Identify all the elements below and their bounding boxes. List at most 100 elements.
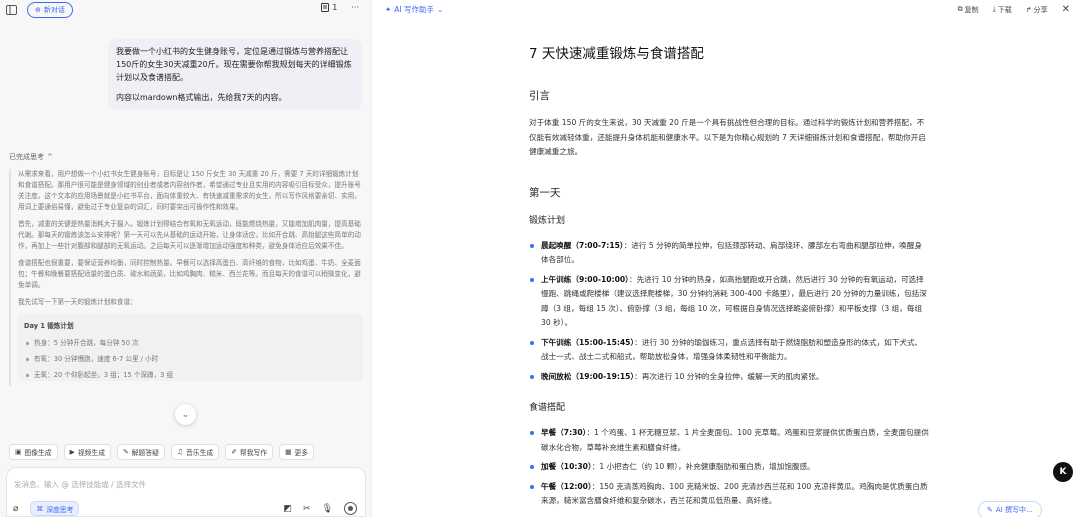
music-icon: ♫	[176, 448, 184, 456]
doc-count-button[interactable]: 1	[321, 3, 337, 12]
solve-icon: ✎	[123, 448, 129, 456]
document-body: 7 天快速减重锻炼与食谱搭配 引言 对于体重 150 斤的女生来说，30 天减重…	[529, 42, 929, 517]
user-message-text: 内容以mardown格式输出，先给我7天的内容。	[116, 93, 287, 102]
document-topbar: ✦ AI 写作助手 ⌄ ⧉ 复制 ⤓ 下载 ↱ 分享 ✕	[373, 0, 1080, 19]
pen-icon: ✐	[231, 448, 237, 456]
skill-toolbar: ▣ 图像生成 ▶ 视频生成 ✎ 解题答疑 ♫ 音乐生成 ✐ 帮我写作 ▦ 更多	[9, 444, 315, 460]
write-button[interactable]: ✐ 帮我写作	[225, 444, 274, 460]
think-paragraph: 从需求来看，用户想做一个小红书女生健身账号，目标是让 150 斤女生 30 天减…	[18, 170, 361, 211]
item-time: 晚间放松（19:00-19:15）	[541, 371, 635, 381]
think-toggle[interactable]: 已完成思考 ^	[9, 152, 53, 162]
chat-topbar: ⊕ 新对话 1 ···	[0, 0, 371, 19]
sparkle-icon: ✦	[385, 5, 392, 14]
item-text: ：1 个鸡蛋、1 杯无糖豆浆、1 片全麦面包、100 克草莓。鸡蛋和豆浆提供优质…	[541, 428, 929, 452]
action-label: 复制	[964, 5, 979, 14]
close-icon[interactable]: ✕	[1062, 4, 1070, 15]
image-icon: ▣	[15, 448, 22, 456]
think-paragraph: 首先，减重的关键是热量消耗大于摄入。锻炼计划得结合有氧和无氧运动，既能燃烧热量，…	[18, 220, 361, 250]
action-label: 分享	[1033, 5, 1048, 14]
document-pane: ✦ AI 写作助手 ⌄ ⧉ 复制 ⤓ 下载 ↱ 分享 ✕ 7 天快速减重锻炼与食谱搭配…	[373, 0, 1080, 517]
new-chat-label: 新对话	[43, 5, 65, 14]
solve-button[interactable]: ✎ 解题答疑	[117, 444, 165, 460]
chat-pane: ⊕ 新对话 1 ··· 我要做一个小红书的女生健身账号，定位是通过锻炼与营养搭配…	[0, 0, 372, 517]
item-text: ：再次进行 10 分钟的全身拉伸，缓解一天的肌肉紧张。	[634, 371, 824, 381]
plus-icon: ⊕	[35, 5, 41, 14]
item-time: 加餐（10:30）	[541, 462, 592, 471]
tool-label: 视频生成	[77, 449, 106, 457]
writing-status-label: AI 撰写中...	[995, 506, 1033, 514]
deep-think-label: 深度思考	[46, 505, 74, 514]
grid-icon: ▦	[285, 448, 292, 456]
list-item: 热身：5 分钟开合跳，每分钟 50 次	[24, 338, 357, 349]
input-placeholder: 发消息、输入 @ 选择技能或 / 选择文件	[14, 480, 147, 489]
user-message-text: 我要做一个小红书的女生健身账号，定位是通过锻炼与营养搭配让150斤的女生30天减…	[116, 47, 352, 82]
list-item: 有氧：30 分钟慢跑，速度 6-7 公里 / 小时	[24, 354, 357, 365]
video-gen-button[interactable]: ▶ 视频生成	[63, 444, 112, 460]
list-item: 午餐（12:00）：150 克清蒸鸡胸肉、100 克糙米饭、200 克清炒西兰花…	[529, 480, 929, 509]
list-item: 早餐（7:30）：1 个鸡蛋、1 杯无糖豆浆、1 片全麦面包、100 克草莓。鸡…	[529, 426, 929, 455]
item-time: 上午训练（9:00-10:00）	[541, 274, 629, 284]
chevron-down-icon: ⌄	[181, 409, 190, 420]
day-plan-card: Day 1 锻炼计划 热身：5 分钟开合跳，每分钟 50 次 有氧：30 分钟慢…	[18, 314, 363, 381]
copy-button[interactable]: ⧉ 复制	[958, 5, 979, 15]
writing-status-badge[interactable]: ✎ AI 撰写中...	[978, 501, 1042, 517]
more-icon[interactable]: ···	[351, 3, 359, 12]
share-icon: ↱	[1025, 5, 1032, 14]
scroll-down-button[interactable]: ⌄	[175, 404, 196, 425]
diet-list: 早餐（7:30）：1 个鸡蛋、1 杯无糖豆浆、1 片全麦面包、100 克草莓。鸡…	[529, 426, 929, 509]
think-header-label: 已完成思考	[9, 153, 44, 161]
thinking-content: 从需求来看，用户想做一个小红书女生健身账号，目标是让 150 斤女生 30 天减…	[9, 169, 363, 386]
tool-label: 图像生成	[24, 449, 52, 457]
item-time: 早餐（7:30）	[541, 428, 587, 437]
download-icon: ⤓	[992, 5, 996, 13]
download-button[interactable]: ⤓ 下载	[993, 5, 1012, 15]
item-time: 午餐（12:00）	[541, 481, 592, 491]
send-button[interactable]	[344, 502, 357, 515]
tool-label: 音乐生成	[186, 449, 214, 457]
screenshot-icon[interactable]: ◩	[284, 504, 293, 514]
more-tools-button[interactable]: ▦ 更多	[279, 444, 315, 460]
deep-think-toggle[interactable]: ⌘ 深度思考	[30, 501, 80, 516]
item-text: ：150 克清蒸鸡胸肉、100 克糙米饭、200 克清炒西兰花和 100 克凉拌…	[541, 481, 928, 506]
user-message: 我要做一个小红书的女生健身账号，定位是通过锻炼与营养搭配让150斤的女生30天减…	[108, 39, 362, 110]
pen-icon: ✎	[987, 506, 993, 514]
list-item: 下午训练（15:00-15:45）：进行 30 分钟的瑜伽练习，重点选择有助于燃…	[529, 336, 929, 365]
list-item: 晚间放松（19:00-19:15）：再次进行 10 分钟的全身拉伸，缓解一天的肌…	[529, 370, 929, 385]
action-label: 下载	[997, 5, 1012, 14]
tool-label: 解题答疑	[131, 449, 159, 457]
tool-label: 更多	[294, 449, 309, 457]
assistant-selector[interactable]: ✦ AI 写作助手 ⌄	[385, 4, 443, 15]
music-gen-button[interactable]: ♫ 音乐生成	[170, 444, 220, 460]
subsection-heading: 食谱搭配	[529, 403, 566, 413]
section-heading: 引言	[529, 90, 550, 102]
think-paragraph: 我先试写一下第一天的锻炼计划和食谱：	[18, 298, 137, 306]
section-heading: 第一天	[529, 186, 561, 199]
video-icon: ▶	[69, 448, 75, 456]
sidebar-toggle-icon[interactable]	[6, 4, 17, 15]
list-item: 无氧：20 个仰卧起坐，3 组；15 个深蹲，3 组	[24, 370, 357, 381]
microphone-icon[interactable]: 🎙︎	[322, 504, 333, 514]
tool-label: 帮我写作	[239, 449, 268, 457]
assistant-label: AI 写作助手	[394, 5, 435, 14]
doc-count: 1	[332, 3, 338, 12]
assistant-avatar[interactable]: K	[1053, 462, 1073, 482]
message-input[interactable]: 发消息、输入 @ 选择技能或 / 选择文件 ⌀ ⌘ 深度思考 ◩ ✂ 🎙︎	[6, 467, 366, 517]
new-chat-button[interactable]: ⊕ 新对话	[27, 1, 73, 18]
chevron-up-icon: ^	[47, 153, 53, 161]
document-icon	[321, 3, 330, 12]
exercise-list: 晨起唤醒（7:00-7:15）：进行 5 分钟的简单拉伸，包括颈部转动、肩部绕环…	[529, 239, 929, 385]
item-time: 下午训练（15:00-15:45）	[541, 337, 635, 347]
input-actions: ⌀ ⌘ 深度思考 ◩ ✂ 🎙︎	[13, 501, 357, 516]
item-text: ：1 小把杏仁（约 10 颗），补充健康脂肪和蛋白质，增加饱腹感。	[591, 462, 815, 471]
scissors-icon[interactable]: ✂	[303, 504, 311, 514]
list-item: 加餐（10:30）：1 小把杏仁（约 10 颗），补充健康脂肪和蛋白质，增加饱腹…	[529, 460, 929, 475]
copy-icon: ⧉	[957, 5, 963, 13]
image-gen-button[interactable]: ▣ 图像生成	[9, 444, 58, 460]
document-title: 7 天快速减重锻炼与食谱搭配	[529, 46, 704, 62]
chevron-down-icon: ⌄	[437, 5, 444, 14]
list-item: 晨起唤醒（7:00-7:15）：进行 5 分钟的简单拉伸，包括颈部转动、肩部绕环…	[529, 239, 929, 268]
subsection-heading: 锻炼计划	[529, 215, 566, 226]
deep-think-icon: ⌘	[36, 504, 44, 513]
share-button[interactable]: ↱ 分享	[1026, 5, 1048, 15]
attach-icon[interactable]: ⌀	[13, 504, 18, 514]
